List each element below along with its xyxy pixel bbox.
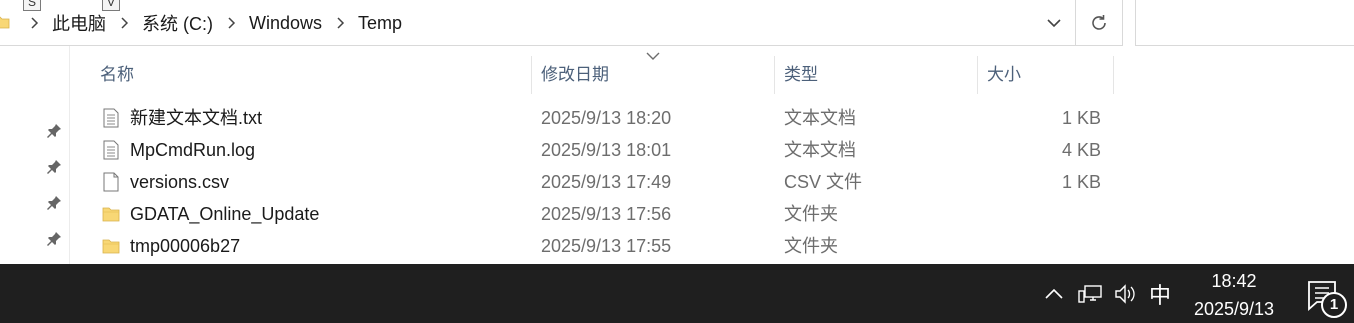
chevron-right-icon[interactable]: [217, 0, 245, 46]
breadcrumb-item-system-c[interactable]: 系统 (C:): [138, 10, 217, 36]
breadcrumb-item-temp[interactable]: Temp: [354, 13, 406, 34]
column-header-type[interactable]: 类型: [774, 56, 977, 94]
navigation-pane: [0, 46, 70, 264]
volume-button[interactable]: [1112, 264, 1138, 323]
file-name: MpCmdRun.log: [130, 140, 256, 160]
column-headers: 名称 修改日期 类型 大小: [70, 56, 1114, 94]
network-icon: [1078, 284, 1102, 303]
network-status-button[interactable]: [1076, 264, 1104, 323]
list-item[interactable]: tmp00006b27 2025/9/13 17:55 文件夹: [70, 230, 1114, 262]
pin-icon[interactable]: [46, 159, 62, 175]
pin-icon[interactable]: [46, 195, 62, 211]
text-file-icon: [103, 140, 119, 160]
file-date-modified: 2025/9/13 17:49: [541, 172, 672, 192]
address-history-dropdown[interactable]: [1034, 0, 1074, 46]
list-item[interactable]: GDATA_Online_Update 2025/9/13 17:56 文件夹: [70, 198, 1114, 230]
chevron-up-icon: [1045, 288, 1063, 299]
key-tip-v: V: [102, 0, 121, 11]
refresh-icon: [1092, 15, 1106, 30]
clock[interactable]: 18:42 2025/9/13: [1180, 264, 1288, 323]
chevron-right-icon[interactable]: [326, 0, 354, 46]
pin-icon[interactable]: [46, 231, 62, 247]
breadcrumb-item-windows[interactable]: Windows: [245, 13, 326, 34]
chevron-down-icon: [1047, 18, 1061, 27]
file-list: 新建文本文档.txt 2025/9/13 18:20 文本文档 1 KB MpC…: [70, 102, 1114, 262]
column-header-date-modified[interactable]: 修改日期: [531, 56, 774, 94]
address-bar[interactable]: 此电脑 系统 (C:) Windows Temp S V: [0, 0, 1123, 46]
list-item[interactable]: MpCmdRun.log 2025/9/13 18:01 文本文档 4 KB: [70, 134, 1114, 166]
file-name: 新建文本文档.txt: [130, 108, 263, 128]
file-name: tmp00006b27: [130, 236, 241, 256]
file-type: 文件夹: [784, 204, 838, 224]
file-size: 4 KB: [1061, 140, 1101, 160]
file-type: 文本文档: [784, 140, 856, 160]
breadcrumb: 此电脑 系统 (C:) Windows Temp: [0, 0, 406, 46]
speaker-icon: [1115, 283, 1135, 304]
file-name: GDATA_Online_Update: [130, 204, 320, 224]
file-explorer-window: 此电脑 系统 (C:) Windows Temp S V 名称 修改日期 类型 …: [0, 0, 1354, 264]
list-item[interactable]: versions.csv 2025/9/13 17:49 CSV 文件 1 KB: [70, 166, 1114, 198]
column-divider[interactable]: [1113, 56, 1114, 94]
file-name: versions.csv: [130, 172, 230, 192]
taskbar: 中 18:42 2025/9/13: [0, 264, 1354, 323]
clock-time: 18:42: [1211, 271, 1257, 291]
file-size: 1 KB: [1061, 172, 1101, 192]
clock-date: 2025/9/13: [1193, 299, 1275, 319]
notification-count-badge: 1: [1321, 292, 1347, 318]
refresh-button[interactable]: [1076, 0, 1122, 46]
file-date-modified: 2025/9/13 18:01: [541, 140, 672, 160]
key-tip-s: S: [23, 0, 42, 11]
file-date-modified: 2025/9/13 18:20: [541, 108, 672, 128]
pin-icon[interactable]: [46, 123, 62, 139]
folder-icon: [102, 207, 120, 222]
file-type: CSV 文件: [784, 172, 863, 192]
file-size: 1 KB: [1061, 108, 1101, 128]
search-input[interactable]: [1135, 0, 1354, 46]
file-date-modified: 2025/9/13 17:55: [541, 236, 672, 256]
column-header-size[interactable]: 大小: [977, 56, 1113, 94]
list-item[interactable]: 新建文本文档.txt 2025/9/13 18:20 文本文档 1 KB: [70, 102, 1114, 134]
file-type: 文本文档: [784, 108, 856, 128]
file-type: 文件夹: [784, 236, 838, 256]
text-file-icon: [103, 108, 119, 128]
folder-icon: [102, 239, 120, 254]
input-method-indicator[interactable]: 中: [1146, 264, 1174, 323]
show-hidden-icons-button[interactable]: [1042, 264, 1066, 323]
breadcrumb-item-this-pc[interactable]: 此电脑: [48, 10, 110, 36]
file-date-modified: 2025/9/13 17:56: [541, 204, 672, 224]
blank-file-icon: [103, 172, 119, 192]
column-header-name[interactable]: 名称: [90, 56, 530, 94]
